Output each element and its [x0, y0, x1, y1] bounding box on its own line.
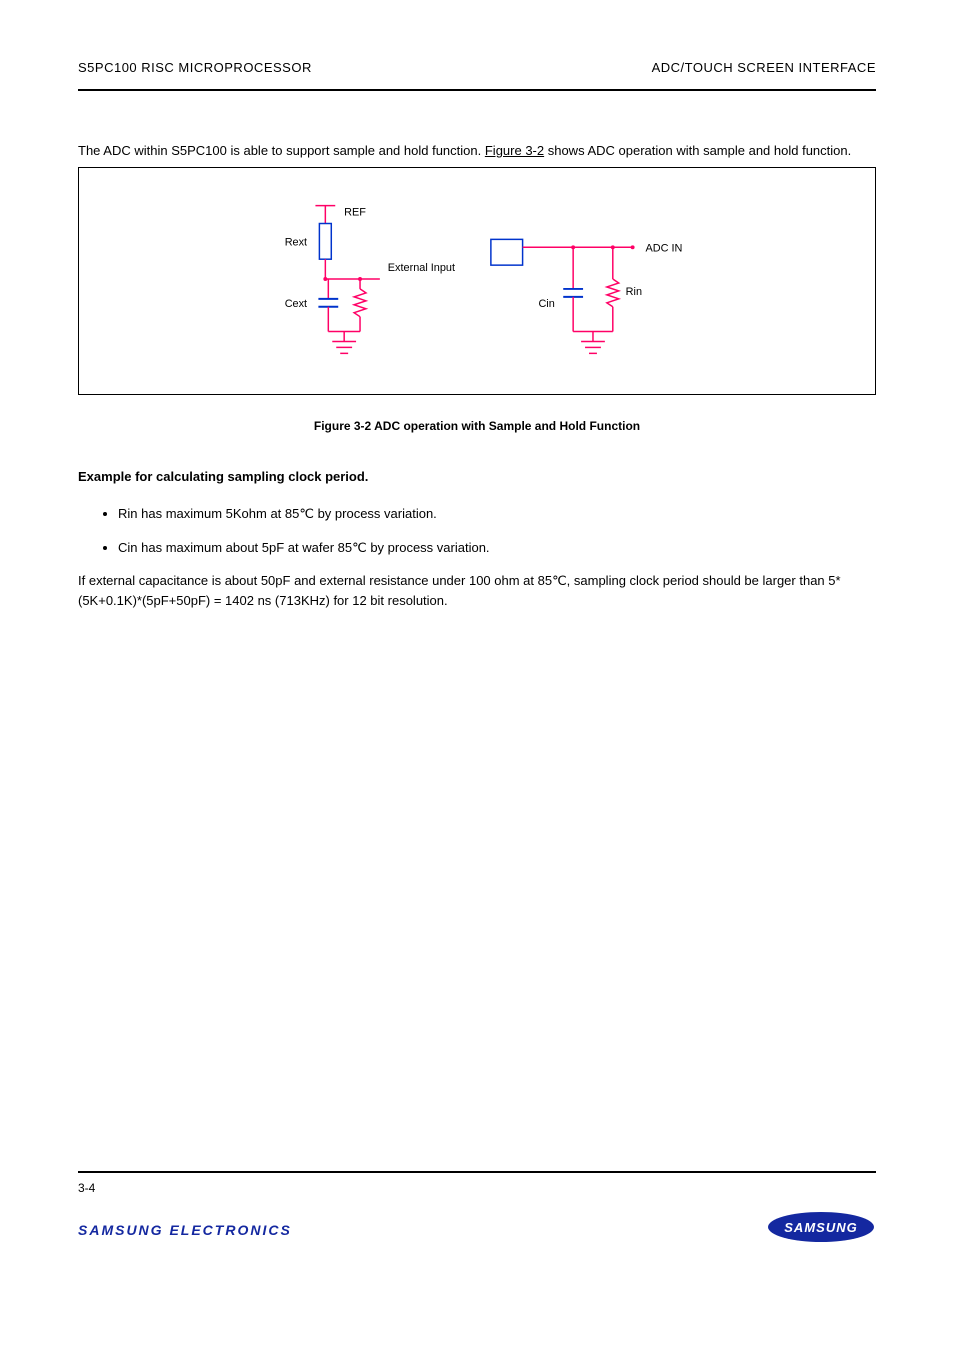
intro-prefix: The ADC within S5PC100 is able to suppor… — [78, 143, 485, 158]
samsung-electronics-logo: SAMSUNG ELECTRONICS — [78, 1222, 292, 1238]
page-number: 3-4 — [78, 1181, 95, 1195]
samsung-logo-text: SAMSUNG — [784, 1220, 857, 1235]
figure-caption-text: ADC operation with Sample and Hold Funct… — [374, 419, 640, 433]
samsung-logo: SAMSUNG — [766, 1209, 876, 1250]
example-paragraph: If external capacitance is about 50pF an… — [78, 571, 876, 611]
header-left: S5PC100 RISC MICROPROCESSOR — [78, 60, 312, 75]
label-adc-in: ADC IN — [646, 242, 683, 254]
label-rin: Rin — [626, 286, 642, 298]
label-ref: REF — [344, 207, 366, 219]
intro-paragraph: The ADC within S5PC100 is able to suppor… — [78, 141, 876, 161]
header-right: ADC/TOUCH SCREEN INTERFACE — [652, 60, 876, 75]
page-footer: 3-4 SAMSUNG ELECTRONICS SAMSUNG — [78, 1171, 876, 1250]
label-external-input: External Input — [388, 262, 455, 274]
example-bullets: Rin has maximum 5Kohm at 85℃ by process … — [78, 504, 876, 557]
figure-box: REF External Input Rext Cext Cin Rin ADC… — [78, 167, 876, 395]
footer-rule — [78, 1171, 876, 1173]
page-header: S5PC100 RISC MICROPROCESSOR ADC/TOUCH SC… — [78, 60, 876, 75]
bullet-1: Rin has maximum 5Kohm at 85℃ by process … — [118, 504, 876, 524]
label-rext: Rext — [285, 236, 307, 248]
figure-caption-label: Figure 3-2 — [314, 419, 374, 433]
label-cext: Cext — [285, 298, 307, 310]
circuit-diagram-svg: REF External Input Rext Cext Cin Rin ADC… — [79, 168, 875, 394]
example-title: Example for calculating sampling clock p… — [78, 469, 876, 484]
label-cin: Cin — [538, 298, 554, 310]
header-rule — [78, 89, 876, 91]
figure-caption: Figure 3-2 ADC operation with Sample and… — [78, 419, 876, 433]
figure-link[interactable]: Figure 3-2 — [485, 143, 544, 158]
bullet-2: Cin has maximum about 5pF at wafer 85℃ b… — [118, 538, 876, 558]
intro-suffix: shows ADC operation with sample and hold… — [544, 143, 851, 158]
